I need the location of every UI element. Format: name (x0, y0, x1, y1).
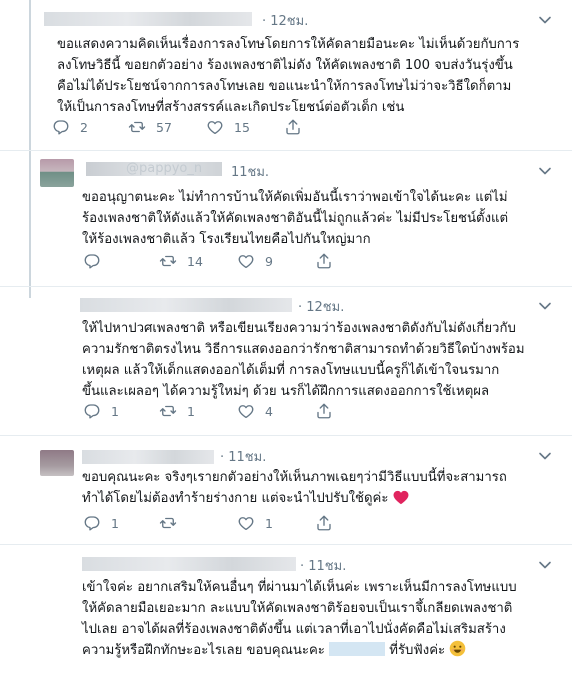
share-button[interactable] (315, 514, 333, 532)
tweet-text-segment: ที่รับฟังค่ะ (389, 643, 446, 658)
tweet-timestamp[interactable]: · 11ชม. (220, 446, 266, 467)
reply-icon (84, 404, 100, 419)
author-name-redacted[interactable] (44, 12, 252, 26)
author-name-redacted[interactable] (82, 450, 214, 464)
tweet-text-segment: ทำได้โดยไม่ต้องทำร้ายร่างกาย แต่จะนำไปปร… (82, 491, 389, 506)
tweet-text-line: เหตุผล แล้วให้เด็กแสดงออกได้เต็มที่ การล… (82, 363, 500, 378)
tweet-text-line: ไปเลย อาจได้ผลที่ร้องเพลงชาติดังขึ้น แต่… (82, 622, 506, 637)
handle-redacted[interactable]: @pappyo_n (126, 161, 202, 176)
like-button[interactable]: 15 (206, 118, 250, 136)
tweet-text-line: ทำได้โดยไม่ต้องทำร้ายร่างกาย แต่จะนำไปปร… (82, 488, 507, 509)
reply-icon (84, 516, 100, 531)
tweet-timestamp[interactable]: · 11ชม. (300, 555, 346, 576)
tweet-timestamp[interactable]: 11ชม. (231, 161, 269, 182)
tweet-5[interactable]: · 11ชม. เข้าใจค่ะ อยากเสริมให้คนอื่นๆ ที… (0, 545, 572, 697)
retweet-count: 57 (156, 119, 172, 135)
chevron-down-icon[interactable] (537, 163, 553, 179)
tweet-4[interactable]: · 11ชม. ขอบคุณนะคะ จริงๆเรายกตัวอย่างให้… (0, 436, 572, 544)
like-count: 15 (234, 119, 250, 135)
chevron-down-icon[interactable] (537, 557, 553, 573)
like-button[interactable]: 4 (237, 402, 273, 420)
like-icon (238, 517, 254, 531)
reply-icon (53, 120, 69, 135)
tweet-text-line: ขอบคุณนะคะ จริงๆเรายกตัวอย่างให้เห็นภาพเ… (82, 470, 507, 485)
tweet-timestamp[interactable]: · 12ชม. (262, 10, 308, 31)
tweet-text: เข้าใจค่ะ อยากเสริมให้คนอื่นๆ ที่ผ่านมาไ… (82, 577, 517, 661)
tweet-text-line: ความรักชาติตรงไหน วิธีการแสดงออกว่ารักชา… (82, 342, 525, 357)
share-icon (317, 515, 331, 531)
chevron-down-icon[interactable] (537, 298, 553, 314)
tweet-timestamp[interactable]: · 12ชม. (298, 296, 344, 317)
reply-count: 1 (111, 403, 119, 419)
tweet-text: ขออนุญาตนะคะ ไม่ทำการบ้านให้คัดเพิ่มอันน… (82, 187, 508, 250)
reply-button[interactable] (83, 252, 111, 270)
tweet-text-line: ลงโทษวิธีนี้ ขอยกตัวอย่าง ร้องเพลงชาติไม… (57, 58, 513, 73)
heart-emoji-icon (393, 490, 409, 505)
tweet-text-line: ร้องเพลงชาติให้ดังแล้วให้คัดเพลงชาติอันน… (82, 211, 509, 226)
tweet-text-line: ขึ้นและเผลอๆ ได้ความรู้ใหม่ๆ ด้วย นรก็ได… (82, 384, 490, 399)
retweet-button[interactable]: 1 (159, 402, 195, 420)
tweet-text-line: เข้าใจค่ะ อยากเสริมให้คนอื่นๆ ที่ผ่านมาไ… (82, 580, 517, 595)
tweet-text-line: ให้ไปหาปวศเพลงชาติ หรือเขียนเรียงความว่า… (82, 321, 516, 336)
smile-emoji-icon (450, 640, 466, 657)
tweet-text-line: ให้เป็นการลงโทษที่สร้างสรรค์และเกิดประโย… (57, 100, 405, 115)
retweet-button[interactable]: 14 (159, 252, 203, 270)
avatar[interactable] (40, 450, 74, 476)
retweet-icon (128, 121, 146, 133)
like-count: 4 (265, 403, 273, 419)
retweet-button[interactable]: 57 (128, 118, 172, 136)
author-name-redacted[interactable] (80, 298, 292, 312)
reply-button[interactable]: 2 (52, 118, 88, 136)
chevron-down-icon[interactable] (537, 448, 553, 464)
like-count: 1 (265, 515, 273, 531)
avatar[interactable] (40, 159, 74, 187)
tweet-text-line: ความรู้หรือฝึกทักษะอะไรเลย ขอบคุณนะคะ ที… (82, 640, 517, 661)
share-button[interactable] (284, 118, 302, 136)
like-button[interactable]: 9 (237, 252, 273, 270)
like-button[interactable]: 1 (237, 514, 273, 532)
like-icon (238, 255, 254, 269)
retweet-icon (159, 405, 177, 417)
like-count: 9 (265, 253, 273, 269)
mention-redacted[interactable] (329, 642, 386, 656)
tweet-text-line: ให้คัดลายมือเยอะมาก ละแบบให้คัดเพลงชาติร… (82, 601, 513, 616)
tweet-text-line: คือไม่ได้ประโยชน์จากการลงโทษเลย ขอแนะนำใ… (57, 79, 512, 94)
share-button[interactable] (315, 252, 333, 270)
share-icon (317, 253, 331, 269)
reply-icon (84, 254, 100, 269)
author-name-redacted[interactable] (82, 557, 296, 571)
retweet-count: 1 (187, 403, 195, 419)
reply-button[interactable]: 1 (83, 514, 119, 532)
tweet-2[interactable]: @pappyo_n 11ชม. ขออนุญาตนะคะ ไม่ทำการบ้า… (0, 151, 572, 286)
tweet-text-line: ขอแสดงความคิดเห็นเรื่องการลงโทษโดยการให้… (57, 37, 520, 52)
like-icon (238, 405, 254, 419)
reply-count: 1 (111, 515, 119, 531)
share-icon (286, 119, 300, 135)
like-icon (207, 121, 223, 135)
tweet-text-segment: ความรู้หรือฝึกทักษะอะไรเลย ขอบคุณนะคะ (82, 643, 325, 658)
reply-button[interactable]: 1 (83, 402, 119, 420)
tweet-text: ขอแสดงความคิดเห็นเรื่องการลงโทษโดยการให้… (57, 34, 519, 118)
tweet-text-line: ให้ร้องเพลงชาติแล้ว โรงเรียนไทยคือไปกันใ… (82, 232, 371, 247)
retweet-count: 14 (187, 253, 203, 269)
share-icon (317, 403, 331, 419)
retweet-button[interactable] (159, 514, 187, 532)
chevron-down-icon[interactable] (537, 12, 553, 28)
tweet-1[interactable]: · 12ชม. ขอแสดงความคิดเห็นเรื่องการลงโทษโ… (0, 0, 572, 150)
share-button[interactable] (315, 402, 333, 420)
retweet-icon (159, 255, 177, 267)
tweet-text: ขอบคุณนะคะ จริงๆเรายกตัวอย่างให้เห็นภาพเ… (82, 467, 507, 509)
tweet-text: ให้ไปหาปวศเพลงชาติ หรือเขียนเรียงความว่า… (82, 318, 525, 402)
tweet-text-line: ขออนุญาตนะคะ ไม่ทำการบ้านให้คัดเพิ่มอันน… (82, 190, 508, 205)
reply-count: 2 (80, 119, 88, 135)
tweet-3[interactable]: · 12ชม. ให้ไปหาปวศเพลงชาติ หรือเขียนเรีย… (0, 287, 572, 435)
retweet-icon (159, 517, 177, 529)
